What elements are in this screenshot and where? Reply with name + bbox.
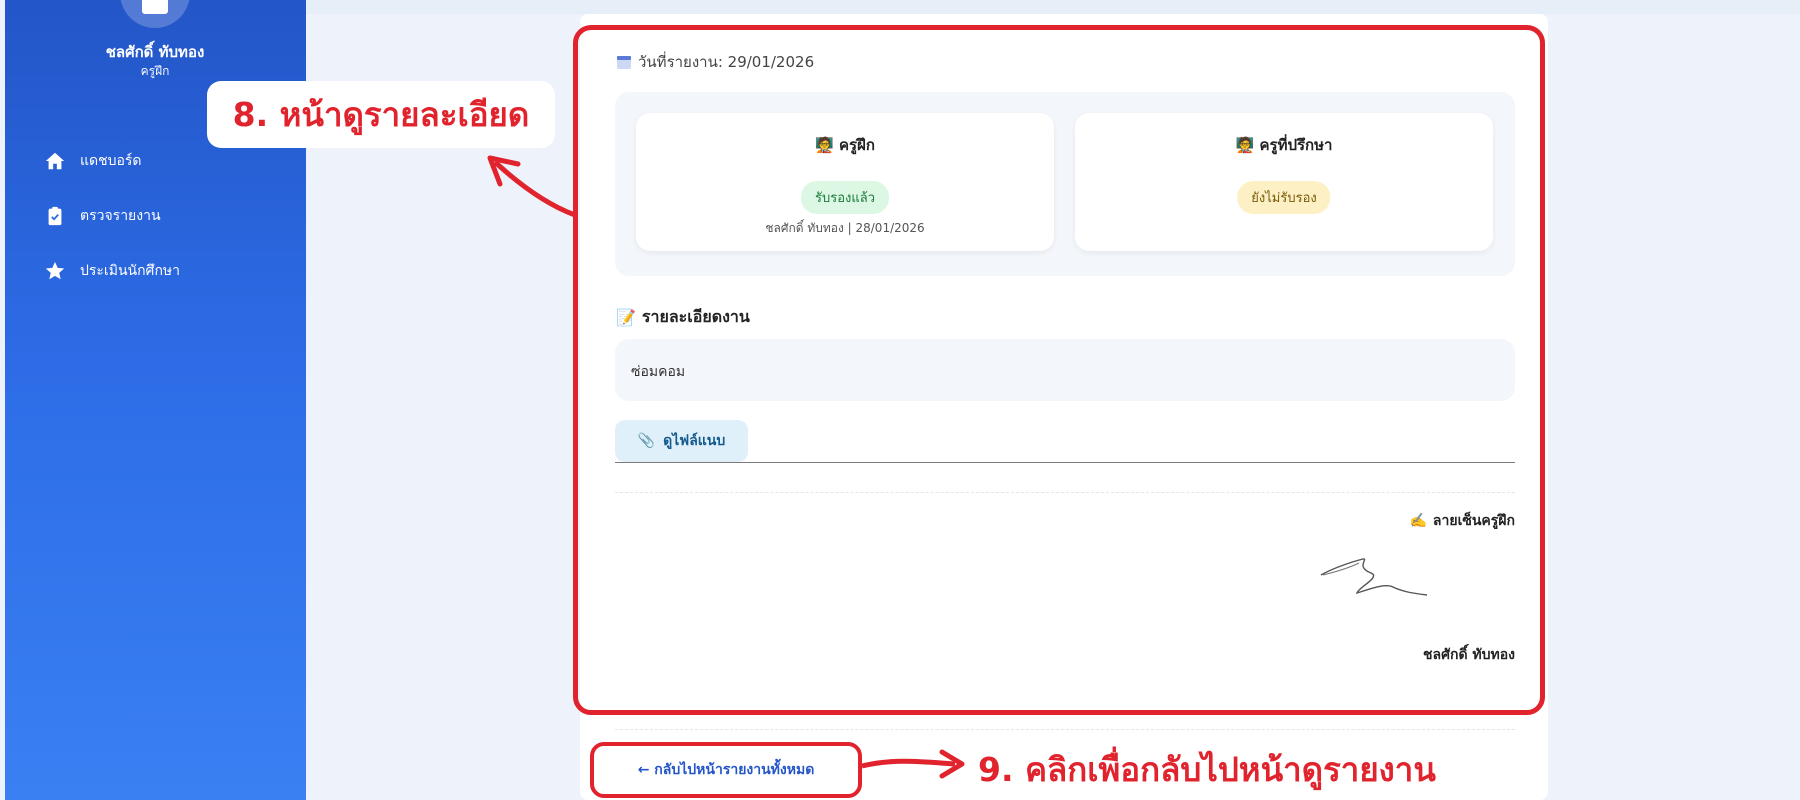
avatar bbox=[120, 0, 190, 28]
page-top-strip bbox=[306, 0, 1800, 14]
arrowhead-detail bbox=[487, 155, 521, 187]
sidebar-item-label: ตรวจรายงาน bbox=[80, 208, 161, 224]
home-icon bbox=[45, 152, 65, 170]
dashed-divider-bottom bbox=[615, 729, 1515, 730]
highlight-box-back bbox=[590, 742, 862, 798]
user-role: ครูฝึก bbox=[140, 64, 170, 78]
highlight-box-detail bbox=[573, 25, 1545, 715]
sidebar-item-check-report[interactable]: ตรวจรายงาน bbox=[44, 201, 161, 231]
sidebar-edge bbox=[0, 0, 5, 800]
sidebar-item-label: แดชบอร์ด bbox=[80, 153, 142, 169]
arrow-to-detail bbox=[493, 160, 576, 218]
sidebar-item-label: ประเมินนักศึกษา bbox=[80, 263, 181, 279]
annotation-step8: 8. หน้าดูรายละเอียด bbox=[207, 81, 555, 148]
sidebar-item-evaluate[interactable]: ประเมินนักศึกษา bbox=[44, 256, 180, 286]
star-icon bbox=[45, 261, 65, 280]
sidebar-item-dashboard[interactable]: แดชบอร์ด bbox=[44, 146, 142, 176]
user-name: ชลศักดิ์ ทับทอง bbox=[105, 43, 205, 61]
clipboard-check-icon bbox=[48, 206, 62, 226]
annotation-step9: 9. คลิกเพื่อกลับไปหน้าดูรายงาน bbox=[978, 750, 1436, 789]
